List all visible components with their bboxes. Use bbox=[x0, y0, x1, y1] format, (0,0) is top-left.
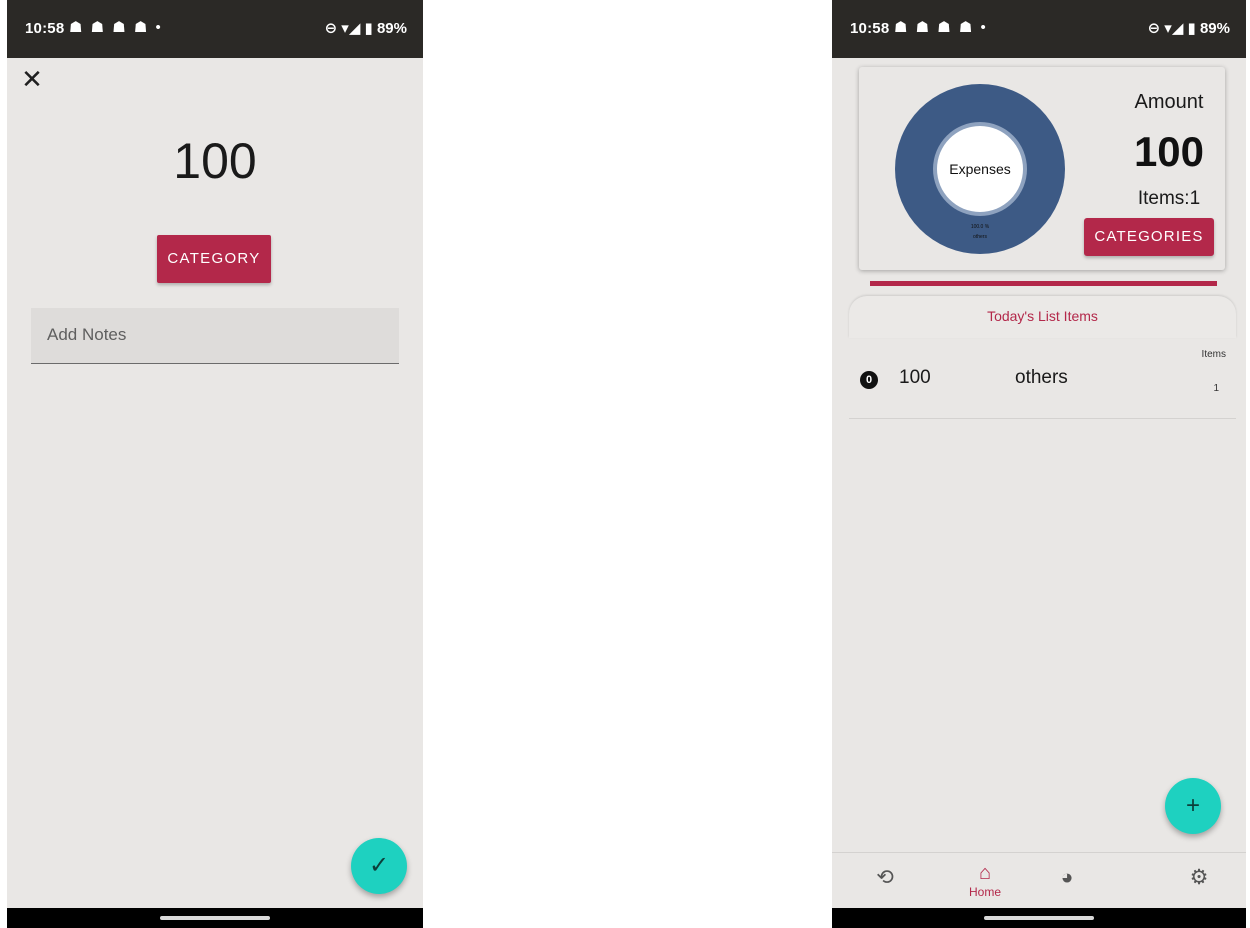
expenses-donut-chart[interactable]: Expenses 100.0 % others bbox=[895, 84, 1065, 254]
check-icon: ✓ bbox=[368, 852, 390, 879]
status-bar: 10:58 ☗ ☗ ☗ ☗ • ⊖ ▾◢ ▮ 89% bbox=[832, 0, 1246, 58]
item-index-badge: 0 bbox=[860, 371, 878, 389]
status-bar: 10:58 ☗ ☗ ☗ ☗ • ⊖ ▾◢ ▮ 89% bbox=[7, 0, 423, 58]
home-screen: 10:58 ☗ ☗ ☗ ☗ • ⊖ ▾◢ ▮ 89% Expenses 100.… bbox=[832, 0, 1246, 928]
summary-card: Expenses 100.0 % others Amount 100 Items… bbox=[859, 67, 1225, 270]
amount-title: Amount bbox=[1134, 91, 1204, 113]
home-gesture-handle[interactable] bbox=[160, 916, 270, 920]
item-count-label: Items bbox=[1201, 349, 1226, 360]
status-system-area: ⊖ ▾◢ ▮ 89% bbox=[325, 19, 407, 37]
status-time: 10:58 bbox=[850, 20, 890, 37]
add-expense-button[interactable]: + bbox=[1165, 778, 1221, 834]
notes-field[interactable] bbox=[31, 308, 399, 364]
item-count-value: 1 bbox=[1213, 383, 1219, 394]
history-icon: ⟲ bbox=[876, 866, 894, 889]
pie-chart-icon: ◕ bbox=[1060, 866, 1074, 889]
nav-home[interactable]: ⌂ Home bbox=[950, 853, 1020, 909]
system-icons: ⊖ ▾◢ ▮ bbox=[1147, 20, 1196, 37]
items-count: Items:1 bbox=[1137, 188, 1201, 209]
todays-list-tab[interactable]: Today's List Items bbox=[849, 296, 1236, 338]
home-gesture-handle[interactable] bbox=[984, 916, 1094, 920]
donut-center-label: Expenses bbox=[937, 126, 1023, 212]
amount-display: 100 bbox=[173, 133, 257, 189]
battery-level: 89% bbox=[1199, 20, 1230, 37]
home-icon: ⌂ bbox=[978, 862, 992, 884]
item-category: others bbox=[1015, 367, 1068, 388]
confirm-button[interactable]: ✓ bbox=[351, 838, 407, 894]
accent-divider bbox=[870, 281, 1217, 286]
slice-category-label: others bbox=[973, 234, 987, 240]
battery-level: 89% bbox=[376, 20, 407, 37]
close-icon[interactable]: ✕ bbox=[19, 66, 45, 92]
system-nav-bar bbox=[832, 908, 1246, 928]
notes-input[interactable] bbox=[47, 325, 377, 345]
settings-icon: ⚙ bbox=[1189, 866, 1209, 889]
system-icons: ⊖ ▾◢ ▮ bbox=[324, 20, 373, 37]
notification-icons: ☗ ☗ ☗ ☗ • bbox=[894, 19, 988, 36]
status-time: 10:58 bbox=[25, 20, 65, 37]
nav-statistics[interactable]: ◕ bbox=[1032, 853, 1102, 909]
status-system-area: ⊖ ▾◢ ▮ 89% bbox=[1148, 19, 1230, 37]
slice-percent-label: 100.0 % bbox=[970, 224, 990, 230]
list-item[interactable]: 0 100 others Items 1 bbox=[849, 340, 1236, 419]
nav-home-label: Home bbox=[968, 885, 1001, 899]
add-expense-screen: 10:58 ☗ ☗ ☗ ☗ • ⊖ ▾◢ ▮ 89% ✕ 100 CATEGOR… bbox=[7, 0, 423, 928]
plus-icon: + bbox=[1185, 792, 1200, 819]
category-button[interactable]: CATEGORY bbox=[157, 235, 271, 283]
bottom-navigation: ⟲ ⌂ Home ◕ ⚙ bbox=[832, 852, 1246, 909]
nav-settings[interactable]: ⚙ bbox=[1164, 853, 1234, 909]
notification-icons: ☗ ☗ ☗ ☗ • bbox=[69, 19, 163, 36]
amount-value: 100 bbox=[1133, 128, 1205, 175]
system-nav-bar bbox=[7, 908, 423, 928]
item-amount: 100 bbox=[899, 367, 931, 388]
nav-history[interactable]: ⟲ bbox=[850, 853, 920, 909]
categories-button[interactable]: CATEGORIES bbox=[1084, 218, 1214, 256]
